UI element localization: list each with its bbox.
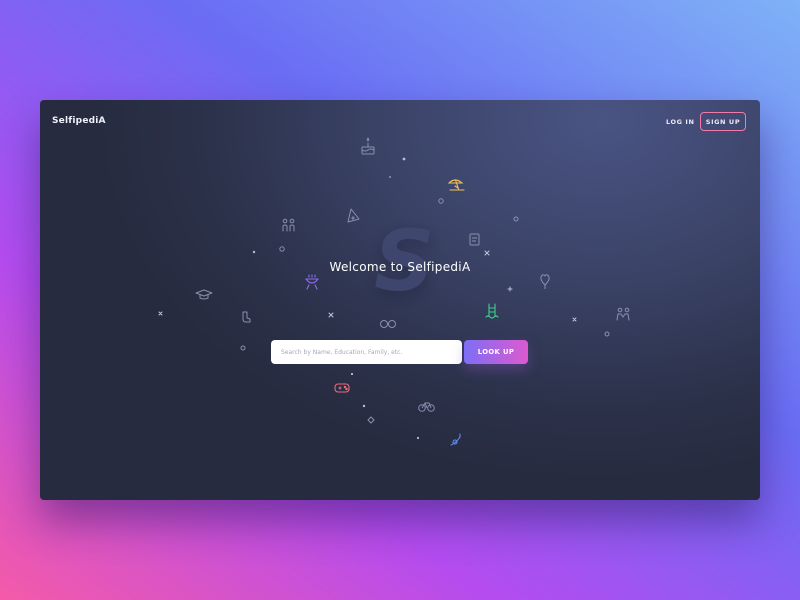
cake-icon: [361, 137, 375, 155]
bicycle-icon: [418, 402, 435, 412]
gamepad-icon: [334, 383, 350, 393]
main-window: SelfipediA LOG IN SIGN UP S Welcome to S…: [40, 100, 760, 500]
heart-balloon-icon: [540, 274, 550, 289]
pizza-icon: [347, 208, 360, 223]
sparkle-dots: [252, 157, 420, 440]
snorkel-icon: [450, 433, 461, 446]
beach-umbrella-icon: [447, 179, 465, 191]
bbq-grill-icon: [305, 274, 319, 290]
friends-icon: [616, 307, 630, 321]
welcome-heading: Welcome to SelfipediA: [329, 260, 471, 274]
glasses-icon: [380, 320, 396, 328]
graduation-cap-icon: [195, 289, 213, 300]
look-up-button[interactable]: LOOK UP: [464, 340, 528, 364]
book-icon: [469, 233, 480, 246]
search-input[interactable]: [271, 340, 462, 364]
swimming-pool-icon: [485, 303, 499, 319]
decorations-layer: [158, 137, 630, 446]
couple-icon: [282, 218, 295, 232]
sparkle-rings: [240, 198, 610, 424]
socks-icon: [242, 311, 251, 323]
look-up-button-label: LOOK UP: [477, 348, 515, 356]
